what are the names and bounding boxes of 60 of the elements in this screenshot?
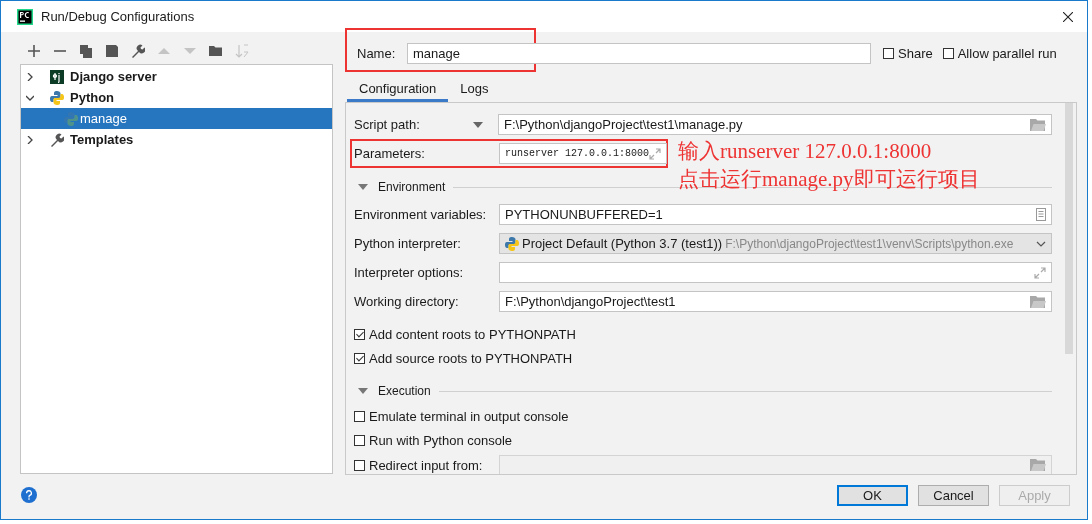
field-label: Parameters: <box>354 146 426 161</box>
collapse-triangle-icon[interactable] <box>358 184 368 190</box>
tree-item[interactable]: Templates <box>21 129 332 150</box>
option-checkbox[interactable]: Allow parallel run <box>942 45 1057 61</box>
name-label: Name: <box>357 45 397 61</box>
django-icon <box>50 69 64 84</box>
input-field[interactable] <box>499 262 1052 283</box>
tree-item[interactable]: Django server <box>21 66 332 87</box>
python-icon <box>505 236 519 251</box>
tree-item-label: Python <box>70 90 115 105</box>
section-title: Environment <box>378 180 446 194</box>
input-field[interactable]: runserver 127.0.0.1:8000 <box>499 143 667 164</box>
annotation-text: 输入runserver 127.0.0.1:8000 点击运行manage.py即可运行项目 <box>678 138 980 193</box>
close-icon[interactable] <box>1063 11 1073 22</box>
field-label: Interpreter options: <box>354 265 465 280</box>
python-icon <box>50 90 64 105</box>
scrollbar-thumb[interactable] <box>1065 103 1073 354</box>
add-icon[interactable] <box>27 44 41 58</box>
tree-item-label: Django server <box>70 69 157 84</box>
interpreter-dropdown[interactable]: Project Default (Python 3.7 (test1)) F:\Python\djangoProject\test1\venv\Scripts\python.exe <box>499 233 1052 254</box>
field-label: Working directory: <box>354 294 460 309</box>
option-checkbox[interactable]: Emulate terminal in output console <box>354 408 569 424</box>
field-label: Python interpreter: <box>354 236 462 251</box>
input-field[interactable]: F:\Python\djangoProject\test1\manage.py <box>498 114 1052 135</box>
help-icon[interactable] <box>21 487 37 503</box>
chevron-icon[interactable] <box>26 93 34 102</box>
wrench-icon <box>50 132 64 147</box>
tree-item[interactable]: Python <box>21 87 332 108</box>
option-checkbox[interactable]: Run with Python console <box>354 432 513 448</box>
chevron-icon[interactable] <box>26 72 34 81</box>
name-field[interactable]: manage <box>407 42 871 64</box>
chevron-icon[interactable] <box>26 135 34 144</box>
window-title: Run/Debug Configurations <box>41 9 195 24</box>
dialog-button[interactable]: Cancel <box>918 484 989 506</box>
dialog-button[interactable]: OK <box>837 484 908 506</box>
chevron-down-icon[interactable] <box>1036 240 1046 247</box>
copy-icon[interactable] <box>79 44 93 58</box>
collapse-triangle-icon[interactable] <box>358 388 368 394</box>
field-label: Script path: <box>354 117 421 132</box>
dropdown-arrow-icon[interactable] <box>473 121 483 128</box>
tab[interactable]: Configuration <box>347 78 449 102</box>
python-icon <box>64 111 78 126</box>
folder-icon[interactable] <box>209 44 223 58</box>
field-label: Environment variables: <box>354 207 488 222</box>
tree-item[interactable]: manage <box>21 108 332 129</box>
tree-item-label: manage <box>80 111 127 126</box>
option-checkbox[interactable]: Add content roots to PYTHONPATH <box>354 326 576 342</box>
wrench-icon[interactable] <box>131 44 145 58</box>
expand-icon[interactable] <box>649 147 662 160</box>
document-icon[interactable] <box>1036 208 1046 221</box>
option-checkbox[interactable]: Share <box>883 45 933 61</box>
expand-icon[interactable] <box>1034 266 1046 279</box>
tree-item-label: Templates <box>70 132 134 147</box>
input-field[interactable]: F:\Python\djangoProject\test1 <box>499 291 1052 312</box>
tab[interactable]: Logs <box>448 78 501 102</box>
app-logo-icon <box>17 8 33 25</box>
section-title: Execution <box>378 384 431 398</box>
save-icon[interactable] <box>105 44 119 58</box>
option-checkbox[interactable]: Add source roots to PYTHONPATH <box>354 350 573 366</box>
input-field[interactable]: PYTHONUNBUFFERED=1 <box>499 204 1052 225</box>
